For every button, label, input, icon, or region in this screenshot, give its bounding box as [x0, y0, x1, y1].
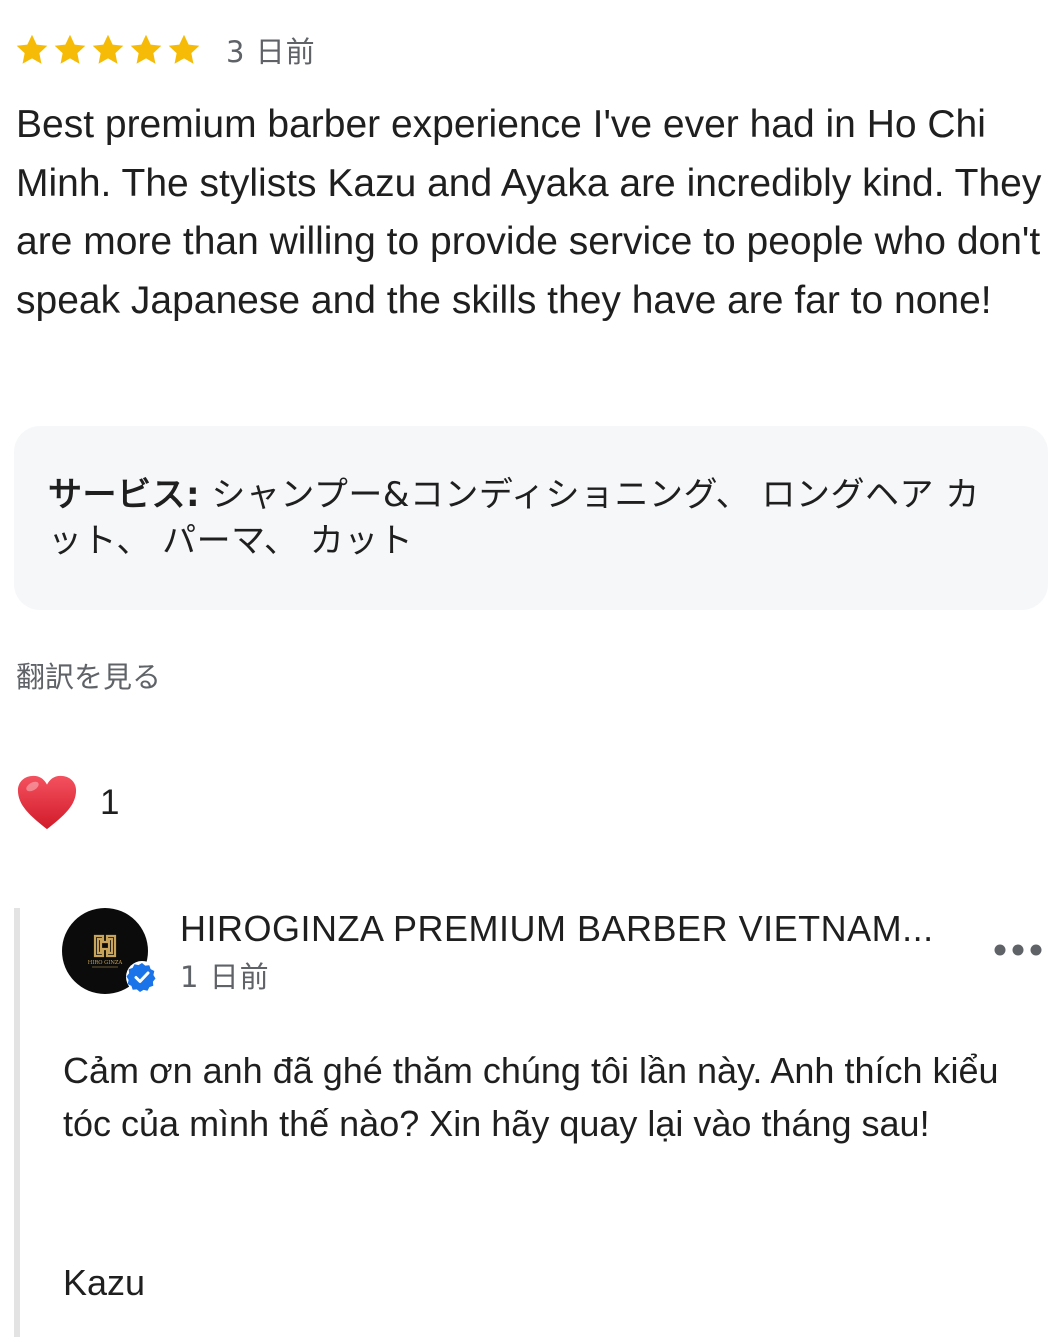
- avatar-text: HIRO GINZA: [88, 960, 123, 966]
- reaction-count: 1: [100, 783, 120, 822]
- reply-indent-bar: [14, 908, 20, 1337]
- see-translation-link[interactable]: 翻訳を見る: [16, 654, 161, 696]
- star-icon: [92, 34, 124, 64]
- services-label: サービス:: [48, 475, 201, 515]
- star-icon: [54, 34, 86, 64]
- star-icon: [130, 34, 162, 64]
- heart-icon[interactable]: [16, 773, 78, 833]
- star-rating: [14, 32, 204, 68]
- verified-badge-icon: [126, 961, 158, 993]
- rating-row: 3 日前: [14, 28, 316, 72]
- owner-name[interactable]: HIROGINZA PREMIUM BARBER VIETNAM...: [180, 908, 934, 950]
- reply-signature: Kazu: [63, 1262, 146, 1303]
- reply-time: 1 日前: [180, 960, 270, 994]
- star-icon: [168, 34, 200, 64]
- services-box: サービス: シャンプー&コンディショニング、 ロングヘア カット、 パーマ、 カ…: [14, 426, 1048, 610]
- more-horizontal-icon[interactable]: [990, 930, 1046, 970]
- star-icon: [16, 34, 48, 64]
- reply-text: Cảm ơn anh đã ghé thăm chúng tôi lần này…: [63, 1050, 999, 1144]
- review-time: 3 日前: [226, 35, 316, 69]
- review-text: Best premium barber experience I've ever…: [16, 103, 1042, 322]
- reaction-row[interactable]: 1: [16, 770, 119, 836]
- services-text: サービス: シャンプー&コンディショニング、 ロングヘア カット、 パーマ、 カ…: [48, 472, 1008, 564]
